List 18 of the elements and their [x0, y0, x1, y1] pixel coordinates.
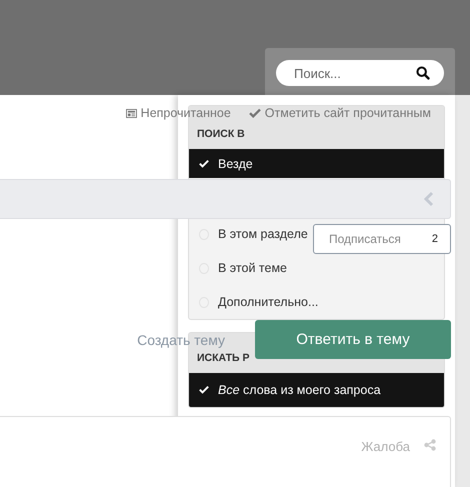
search-field[interactable]: Поиск... [276, 60, 444, 86]
check-icon [199, 158, 209, 168]
search-option[interactable]: В этой теме [189, 251, 291, 285]
search-option[interactable]: В этом разделе [189, 217, 312, 251]
subscribe-button[interactable]: Подписаться 2 [313, 224, 451, 254]
search-option[interactable]: Дополнительно... [189, 285, 322, 319]
subscriber-count: 2 [432, 233, 438, 245]
share-icon[interactable] [424, 439, 436, 451]
reply-button[interactable]: Ответить в тему [255, 320, 451, 359]
search-option[interactable]: Везде [189, 149, 444, 178]
unread-link[interactable]: Непрочитанное [126, 106, 231, 120]
search-option[interactable]: Все слова из моего запроса [189, 373, 444, 407]
check-icon [199, 385, 209, 395]
newspaper-icon [126, 108, 137, 118]
check-icon [248, 108, 261, 118]
search-icon[interactable] [416, 66, 430, 80]
mark-read-link[interactable]: Отметить сайт прочитанным [248, 106, 431, 120]
chevron-left-icon[interactable] [424, 191, 434, 207]
